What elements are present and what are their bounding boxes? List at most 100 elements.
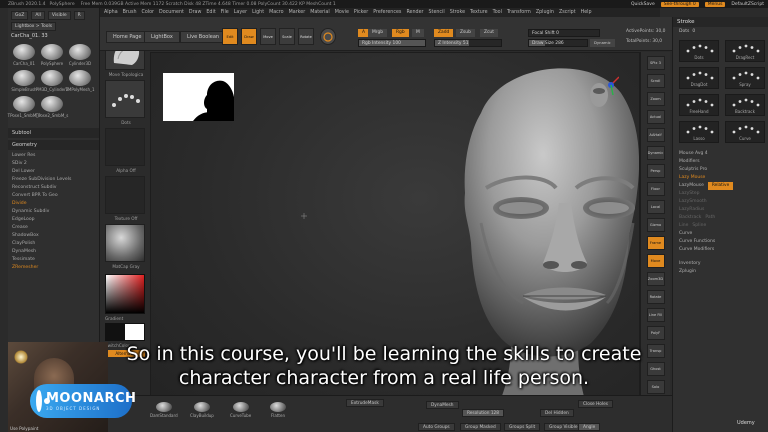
menu-item-alpha[interactable]: Alpha [104,10,118,15]
shelf-button-scroll[interactable]: Scroll [646,74,665,88]
geometry-item-dynamic-subdiv[interactable]: Dynamic Subdiv [12,208,95,216]
home-page-button[interactable]: Home Page [106,31,149,43]
stroke-type-lasso[interactable]: Lasso [679,121,719,143]
menu-item-brush[interactable]: Brush [123,10,137,15]
menu-item-picker[interactable]: Picker [354,10,368,15]
menu-item-help[interactable]: Help [581,10,592,15]
modifiers-header[interactable]: Modifiers [679,158,762,166]
edit-mode-button[interactable]: Edit [222,28,238,45]
shelf-button-polyf[interactable]: PolyF [646,326,665,340]
menu-item-preferences[interactable]: Preferences [373,10,401,15]
menu-item-transform[interactable]: Transform [507,10,531,15]
menu-item-color[interactable]: Color [141,10,154,15]
spline-toggle[interactable]: Spline [692,222,706,230]
draw-size-slider[interactable]: Draw Size 286 [528,39,588,47]
geometry-item-reconstruct-subdiv[interactable]: Reconstruct Subdiv [12,184,95,192]
shelf-button-move[interactable]: Move [646,254,665,268]
angle-slider[interactable]: Angle [578,423,601,431]
menu-item-texture[interactable]: Texture [470,10,488,15]
focal-shift-slider[interactable]: Focal Shift 0 [528,29,600,37]
material-thumb[interactable]: MatCap Gray [105,224,145,269]
tool-thumbnail[interactable]: TPose2_SmbM_s [36,96,68,118]
stroke-type-backtrack[interactable]: Backtrack [725,94,765,116]
texture-thumb[interactable]: Texture Off [105,176,145,221]
curvetube-brush-button[interactable]: CurveTube [230,402,251,418]
stroke-thumb[interactable]: Dots [105,80,145,125]
inventory-header[interactable]: Inventory [679,260,762,268]
geometry-item-claypolish[interactable]: ClayPolish [12,240,95,248]
scale-mode-button[interactable]: Scale [279,28,295,45]
shelf-button-gizmo[interactable]: Gizmo [646,218,665,232]
stroke-type-dots[interactable]: Dots [679,40,719,62]
geometry-item-del-lower[interactable]: Del Lower [12,168,95,176]
tool-thumbnail[interactable]: PM3D_Cylinder3 [36,70,68,92]
tool-thumbnail[interactable]: Cylinder3D [67,44,93,66]
shelf-button-rotate[interactable]: Rotate [646,290,665,304]
menu-item-macro[interactable]: Macro [269,10,284,15]
gizmo-button[interactable] [320,28,336,45]
del-hidden-button[interactable]: Del Hidden [540,409,574,417]
secondary-color-swatch[interactable] [125,324,144,340]
goz-all-button[interactable]: All [31,11,45,20]
color-picker[interactable] [105,274,145,314]
menu-item-zplugin[interactable]: Zplugin [536,10,554,15]
live-boolean-button[interactable]: Live Boolean [180,31,227,43]
menu-item-stroke[interactable]: Stroke [450,10,465,15]
goz-visible-button[interactable]: Visible [47,11,71,20]
resolution-slider[interactable]: Resolution 128 [462,409,505,417]
subtool-header[interactable]: Subtool [8,128,99,138]
menu-item-draw[interactable]: Draw [189,10,202,15]
close-holes-button[interactable]: Close Holes [578,400,614,408]
extrude-mask-button[interactable]: ExtrudeMask [346,399,384,407]
menu-item-tool[interactable]: Tool [493,10,502,15]
backtrack-toggle[interactable]: Backtrack [679,214,701,222]
tool-thumbnail[interactable]: SimpleBrush [11,70,37,92]
zadd-toggle[interactable]: Zadd [434,29,454,37]
mrgb-toggle[interactable]: Mrgb [368,29,388,37]
goz-r-button[interactable]: R [73,11,85,20]
lazy-mouse-toggle[interactable]: LazyMouse [679,182,704,190]
move-mode-button[interactable]: Move [260,28,276,45]
flatten-brush-button[interactable]: Flatten [270,402,286,418]
shelf-button-aahalf[interactable]: AAHalf [646,128,665,142]
zsub-toggle[interactable]: Zsub [456,29,475,37]
geometry-item-edgeloop[interactable]: EdgeLoop [12,216,95,224]
rotate-mode-button[interactable]: Rotate [298,28,314,45]
shelf-button-zoom[interactable]: Zoom [646,92,665,106]
shelf-button-line-fill[interactable]: Line Fill [646,308,665,322]
see-through-slider[interactable]: See-through 0 [660,1,699,7]
m-toggle[interactable]: M [412,29,424,37]
lightbox-tools-button[interactable]: Lightbox > Tools [11,22,57,31]
dynamic-toggle[interactable]: Dynamic [590,39,615,47]
color-swatches[interactable] [105,323,145,341]
curve-modifiers-header[interactable]: Curve Modifiers [679,246,762,254]
geometry-item-convert-bpr-to-geo[interactable]: Convert BPR To Geo [12,192,95,200]
stroke-type-curve[interactable]: Curve [725,121,765,143]
stroke-type-dragrect[interactable]: DragRect [725,40,765,62]
lazy-mouse-header[interactable]: Lazy Mouse [679,174,762,182]
zplugin-header[interactable]: Zplugin [679,268,762,276]
line-toggle[interactable]: Line [679,222,688,230]
menu-item-zscript[interactable]: Zscript [559,10,576,15]
geometry-item-freeze-subdivision-levels[interactable]: Freeze SubDivision Levels [12,176,95,184]
menu-item-edit[interactable]: Edit [206,10,215,15]
shelf-button-frame[interactable]: Frame [646,236,665,250]
tool-thumbnail[interactable]: CarCha_01 [11,44,37,66]
geometry-item-divide[interactable]: Divide [12,200,95,208]
geometry-header[interactable]: Geometry [8,140,99,150]
geometry-item-crease[interactable]: Crease [12,224,95,232]
geometry-item-zremesher[interactable]: ZRemesher [12,264,95,272]
lazy-smooth-slider[interactable]: LazySmooth [679,198,762,206]
shelf-button-actual[interactable]: Actual [646,110,665,124]
geometry-item-lower-res[interactable]: Lower Res [12,152,95,160]
tool-thumbnail[interactable]: TMPolyMesh_1 [65,70,95,92]
geometry-item-sdiv-2[interactable]: SDiv 2 [12,160,95,168]
group-masked-button[interactable]: Group Masked [460,423,501,431]
menus-toggle[interactable]: Menus [704,1,726,7]
menu-item-file[interactable]: File [221,10,229,15]
auto-groups-button[interactable]: Auto Groups [418,423,455,431]
shelf-button-local[interactable]: Local [646,200,665,214]
groups-split-button[interactable]: Groups Split [504,423,541,431]
tool-thumbnail[interactable]: PolySphere [39,44,65,66]
geometry-item-tessimate[interactable]: Tessimate [12,256,95,264]
